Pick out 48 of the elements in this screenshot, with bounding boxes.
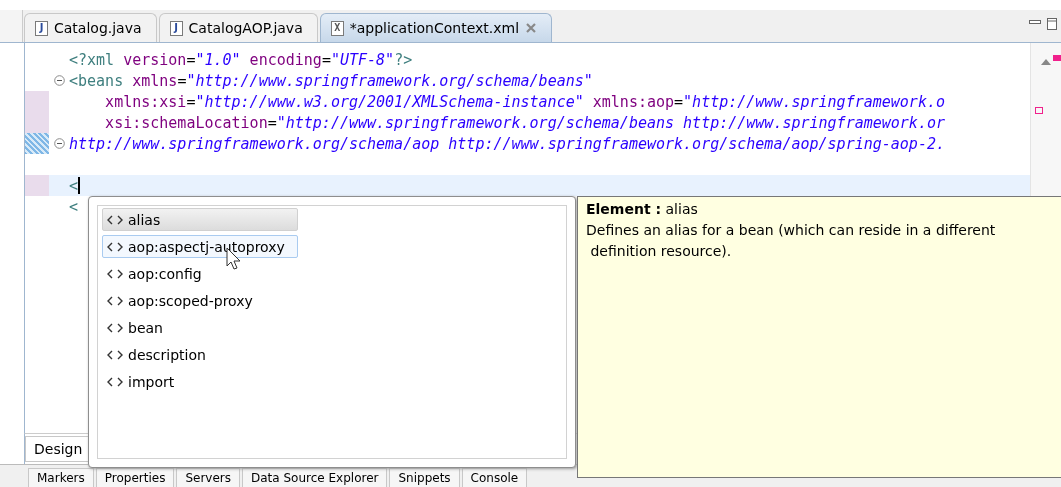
text-cursor <box>78 177 81 194</box>
completion-item[interactable]: import <box>102 370 298 393</box>
close-icon[interactable] <box>525 22 538 34</box>
java-file-icon: J <box>169 20 183 36</box>
element-tag-icon <box>107 349 123 360</box>
completion-item[interactable]: alias <box>102 208 298 231</box>
java-file-icon: J <box>35 20 48 36</box>
code-line: <?xml version="1.0" encoding="UTF-8"?> <box>69 50 413 69</box>
fold-icon[interactable] <box>53 138 65 149</box>
completion-item[interactable]: aop:aspectj-autoproxy <box>102 235 298 258</box>
view-tab[interactable]: Markers <box>28 468 94 487</box>
code-line: xsi:schemaLocation="http://www.springframework.org/schema/beans http://www.springframework.or <box>104 113 945 132</box>
editor-tab[interactable]: J CatalogAOP.java <box>158 13 318 42</box>
maximize-icon[interactable] <box>1047 18 1057 30</box>
element-tag-icon <box>107 295 123 306</box>
element-tag-icon <box>107 241 123 252</box>
change-marker[interactable] <box>1053 55 1061 61</box>
minimize-icon[interactable] <box>1029 18 1041 26</box>
editor-tab[interactable]: X *applicationContext.xml <box>319 13 553 42</box>
code-line: http://www.springframework.org/schema/aop http://www.springframework.org/schema/aop/spring-aop-2. <box>69 134 945 153</box>
change-marker <box>25 175 49 196</box>
view-tab[interactable]: Data Source Explorer <box>242 468 388 487</box>
view-tab[interactable]: Snippets <box>389 468 460 487</box>
range-indicator <box>25 133 49 154</box>
element-heading: Element : alias <box>586 200 699 219</box>
element-tag-icon <box>107 322 123 333</box>
change-marker <box>25 112 49 133</box>
xml-file-icon: X <box>330 20 344 36</box>
view-tab[interactable]: Console <box>461 468 528 487</box>
code-line: <beans xmlns="http://www.springframework.org/schema/beans" <box>69 71 593 90</box>
element-tag-icon <box>107 376 123 387</box>
fold-icon[interactable] <box>53 75 65 86</box>
change-marker <box>25 91 49 112</box>
scroll-up-icon[interactable] <box>1041 59 1051 65</box>
completion-item[interactable]: bean <box>102 316 298 339</box>
editor-tab[interactable]: J Catalog.java <box>24 13 157 42</box>
view-tab[interactable]: Servers <box>176 468 240 487</box>
change-marker[interactable] <box>1035 107 1043 114</box>
completion-item[interactable]: aop:scoped-proxy <box>102 289 298 312</box>
code-line: xmlns:xsi="http://www.w3.org/2001/XMLSchema-instance" xmlns:aop="http://www.springframework.o <box>104 92 945 111</box>
element-tag-icon <box>107 268 123 279</box>
view-tab[interactable]: Properties <box>95 468 175 487</box>
completion-item[interactable]: description <box>102 343 298 366</box>
element-description: Defines an alias for a bean (which can reside in a different definition resource). <box>586 221 997 261</box>
completion-item[interactable]: aop:config <box>102 262 298 285</box>
element-tag-icon <box>107 214 123 225</box>
code-line: < <box>69 197 79 216</box>
code-line: < <box>69 176 79 195</box>
